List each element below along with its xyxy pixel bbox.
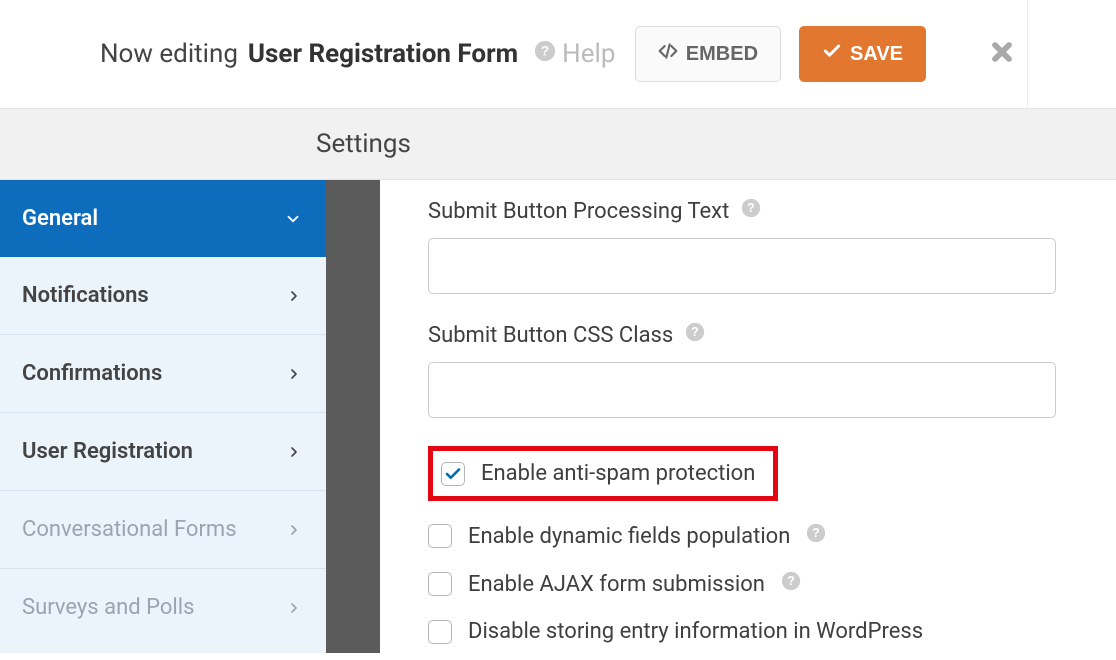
field-submit-processing-text: Submit Button Processing Text ? — [428, 198, 1056, 294]
sidebar-item-label: Conversational Forms — [22, 517, 237, 542]
checkbox-row-ajax: Enable AJAX form submission ? — [428, 571, 1056, 597]
chevron-right-icon — [286, 444, 302, 460]
sidebar-item-label: Notifications — [22, 283, 149, 308]
sidebar-item-label: User Registration — [22, 439, 193, 464]
checkbox-label: Enable anti-spam protection — [481, 461, 755, 486]
anti-spam-highlight: Enable anti-spam protection — [428, 446, 778, 501]
sidebar-item-label: General — [22, 206, 98, 231]
svg-text:?: ? — [747, 201, 755, 215]
sidebar-item-conversational-forms[interactable]: Conversational Forms — [0, 491, 326, 569]
form-title: User Registration Form — [248, 39, 518, 69]
sidebar-item-confirmations[interactable]: Confirmations — [0, 335, 326, 413]
checkbox-anti-spam[interactable] — [441, 462, 465, 486]
embed-label: EMBED — [686, 43, 758, 66]
header-bar: Now editing User Registration Form ? Hel… — [0, 0, 1116, 108]
svg-text:?: ? — [813, 526, 821, 540]
settings-heading: Settings — [0, 108, 1116, 180]
help-icon[interactable]: ? — [685, 322, 705, 348]
field-submit-css-class: Submit Button CSS Class ? — [428, 322, 1056, 418]
svg-text:?: ? — [541, 44, 549, 59]
chevron-right-icon — [286, 288, 302, 304]
help-link[interactable]: ? Help — [534, 39, 615, 69]
chevron-right-icon — [286, 522, 302, 538]
checkbox-dynamic-fields[interactable] — [428, 524, 452, 548]
help-label: Help — [562, 39, 615, 69]
save-button[interactable]: SAVE — [799, 26, 926, 82]
settings-sidebar: General Notifications Confirmations User… — [0, 180, 326, 653]
sidebar-item-label: Confirmations — [22, 361, 162, 386]
checkbox-row-dynamic-fields: Enable dynamic fields population ? — [428, 523, 1056, 549]
checkbox-label: Enable dynamic fields population — [468, 524, 790, 549]
field-label: Submit Button CSS Class — [428, 323, 673, 348]
form-panel: Submit Button Processing Text ? Submit B… — [380, 180, 1116, 653]
svg-text:?: ? — [787, 574, 795, 588]
help-icon: ? — [534, 39, 556, 69]
close-button[interactable] — [988, 38, 1016, 70]
checkbox-ajax[interactable] — [428, 572, 452, 596]
submit-processing-text-input[interactable] — [428, 238, 1056, 294]
code-icon — [658, 41, 678, 67]
checkbox-label: Disable storing entry information in Wor… — [468, 619, 923, 644]
sidebar-item-label: Surveys and Polls — [22, 595, 194, 620]
help-icon[interactable]: ? — [781, 571, 801, 597]
help-icon[interactable]: ? — [806, 523, 826, 549]
check-icon — [822, 41, 842, 67]
checkbox-disable-storing[interactable] — [428, 620, 452, 644]
chevron-down-icon — [284, 210, 302, 228]
field-label: Submit Button Processing Text — [428, 199, 729, 224]
sidebar-item-notifications[interactable]: Notifications — [0, 257, 326, 335]
header-actions: EMBED SAVE — [635, 26, 1016, 82]
editing-prefix: Now editing — [100, 39, 238, 69]
close-icon — [988, 38, 1016, 66]
main-area: General Notifications Confirmations User… — [0, 180, 1116, 653]
chevron-right-icon — [286, 366, 302, 382]
svg-text:?: ? — [691, 325, 699, 339]
save-label: SAVE — [850, 43, 903, 66]
help-icon[interactable]: ? — [741, 198, 761, 224]
submit-css-class-input[interactable] — [428, 362, 1056, 418]
embed-button[interactable]: EMBED — [635, 26, 781, 82]
header-divider — [1027, 0, 1028, 112]
sidebar-item-surveys-polls[interactable]: Surveys and Polls — [0, 569, 326, 646]
panel-gap — [326, 180, 380, 653]
chevron-right-icon — [286, 600, 302, 616]
sidebar-item-general[interactable]: General — [0, 180, 326, 257]
sidebar-item-user-registration[interactable]: User Registration — [0, 413, 326, 491]
checkbox-row-disable-storing: Disable storing entry information in Wor… — [428, 619, 1056, 644]
checkbox-label: Enable AJAX form submission — [468, 572, 765, 597]
header-title-area: Now editing User Registration Form ? Hel… — [100, 39, 615, 69]
